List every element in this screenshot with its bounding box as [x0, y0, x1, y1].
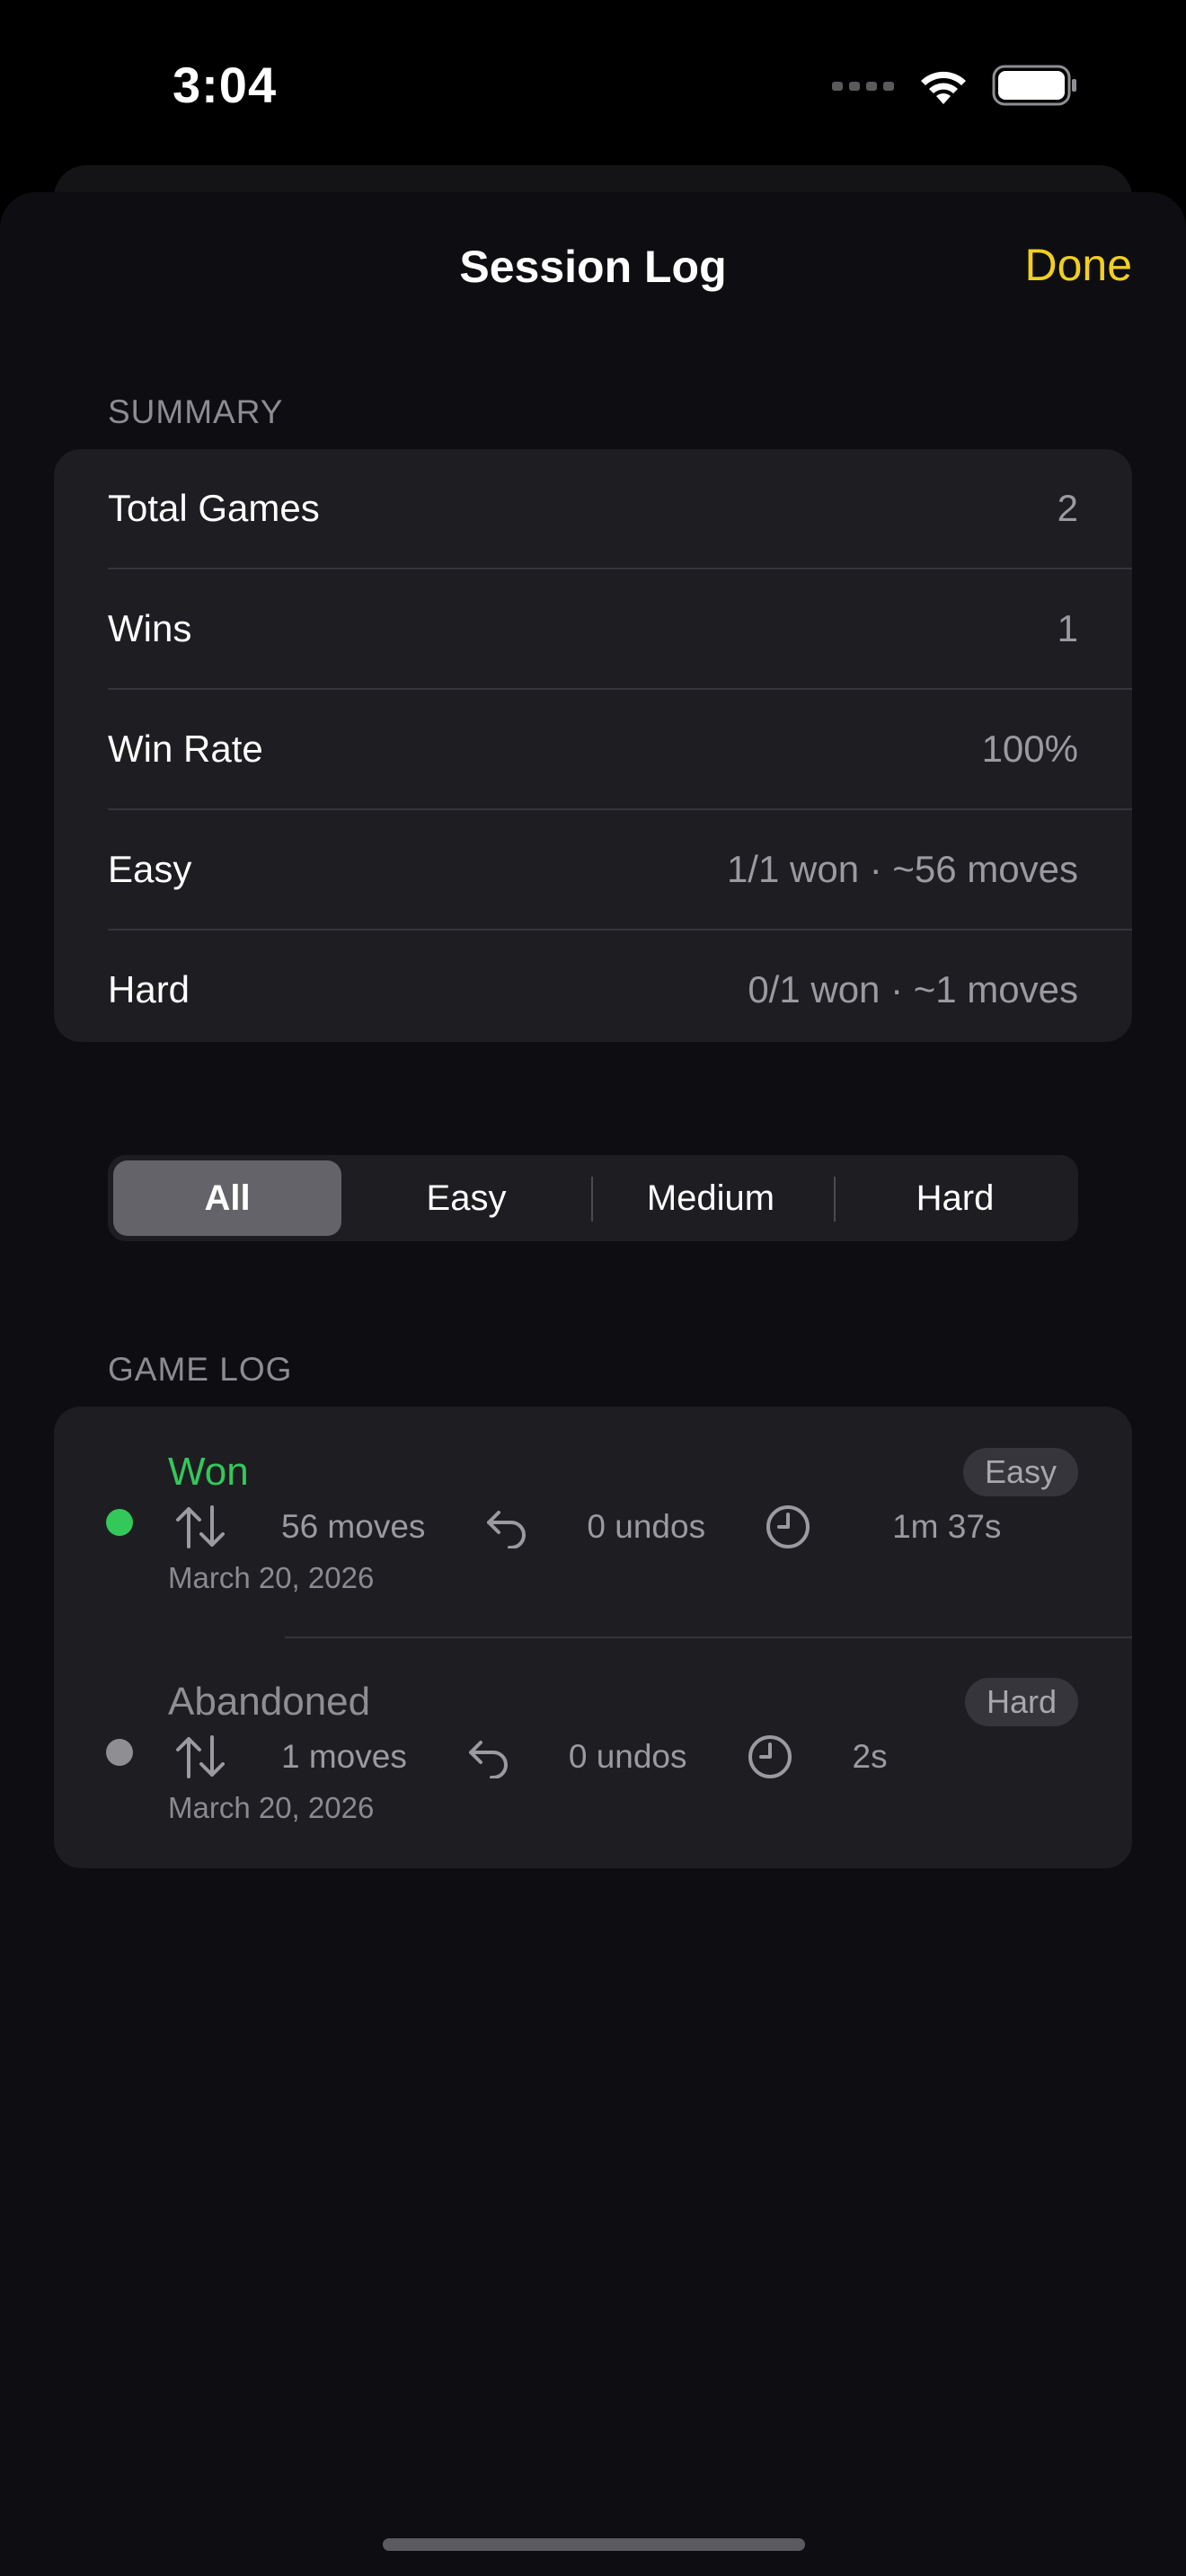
row-value: 1/1 won · ~56 moves [726, 848, 1078, 890]
row-label: Wins [108, 607, 192, 649]
game-stats: 1 moves 0 undos 2s [168, 1730, 888, 1784]
wifi-icon [921, 71, 966, 104]
status-dot [106, 1509, 133, 1536]
filter-all[interactable]: All [113, 1160, 341, 1236]
row-value: 1 [1057, 607, 1078, 649]
clock-icon [766, 1505, 810, 1548]
summary-row-hard: Hard 0/1 won · ~1 moves [54, 931, 1132, 1042]
done-button[interactable]: Done [1024, 239, 1132, 291]
game-date: March 20, 2026 [168, 1561, 375, 1594]
game-log-card: Won Easy 56 moves 0 undos 1m 37s March 2… [54, 1407, 1132, 1868]
undo-icon [487, 1511, 527, 1548]
page-title: Session Log [459, 242, 727, 292]
cellular-signal-icon [832, 82, 894, 91]
undos-count: 0 undos [587, 1508, 706, 1545]
difficulty-badge: Hard [964, 1678, 1078, 1726]
summary-row-wins: Wins 1 [54, 569, 1132, 688]
game-log-header: GAME LOG [108, 1351, 293, 1388]
moves-count: 56 moves [281, 1508, 426, 1545]
game-stats: 56 moves 0 undos 1m 37s [168, 1500, 1001, 1554]
row-label: Easy [108, 848, 192, 890]
summary-row-win-rate: Win Rate 100% [54, 690, 1132, 808]
clock-icon [748, 1735, 792, 1778]
status-dot [106, 1739, 133, 1766]
row-label: Win Rate [108, 728, 263, 770]
segment-separator [591, 1177, 593, 1222]
status-bar: 3:04 [0, 0, 1186, 171]
filter-easy[interactable]: Easy [352, 1160, 580, 1236]
filter-hard[interactable]: Hard [839, 1160, 1071, 1236]
moves-count: 1 moves [281, 1738, 407, 1775]
row-value: 2 [1057, 487, 1078, 529]
summary-header: SUMMARY [108, 393, 284, 430]
summary-row-total-games: Total Games 2 [54, 449, 1132, 568]
undo-icon [468, 1741, 508, 1778]
duration: 2s [852, 1738, 888, 1775]
moves-icon [176, 1735, 225, 1778]
undos-count: 0 undos [568, 1738, 687, 1775]
game-log-entry[interactable]: Abandoned Hard 1 moves 0 undos 2s March … [54, 1638, 1132, 1868]
row-value: 100% [981, 728, 1078, 770]
game-result: Abandoned [168, 1680, 371, 1724]
duration: 1m 37s [892, 1508, 1002, 1545]
row-value: 0/1 won · ~1 moves [748, 968, 1078, 1010]
summary-row-easy: Easy 1/1 won · ~56 moves [54, 810, 1132, 929]
home-indicator [383, 2538, 805, 2551]
game-log-entry[interactable]: Won Easy 56 moves 0 undos 1m 37s March 2… [54, 1407, 1132, 1636]
difficulty-badge: Easy [962, 1448, 1078, 1496]
summary-card: Total Games 2 Wins 1 Win Rate 100% Easy … [54, 449, 1132, 1042]
battery-icon [992, 65, 1076, 106]
filter-medium[interactable]: Medium [597, 1160, 825, 1236]
moves-icon [176, 1505, 225, 1548]
status-time: 3:04 [173, 57, 278, 113]
game-result: Won [168, 1450, 249, 1494]
row-label: Total Games [108, 487, 320, 529]
game-date: March 20, 2026 [168, 1791, 375, 1824]
row-label: Hard [108, 968, 190, 1010]
status-icons [832, 65, 1078, 106]
difficulty-filter: All Easy Medium Hard [108, 1155, 1078, 1241]
segment-separator [834, 1177, 836, 1222]
